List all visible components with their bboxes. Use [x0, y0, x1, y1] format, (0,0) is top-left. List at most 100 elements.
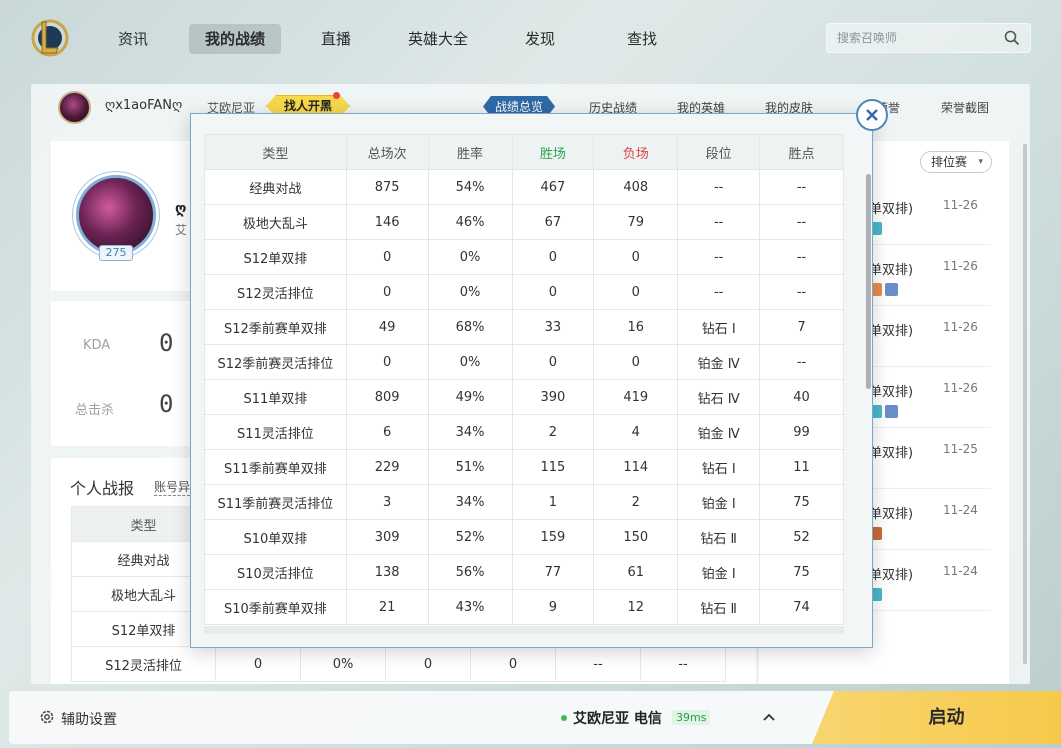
table-cell: 钻石 Ⅳ — [677, 379, 761, 415]
table-cell: 7 — [759, 309, 844, 345]
profile-name: ღ — [175, 201, 187, 217]
close-button[interactable] — [856, 99, 888, 131]
match-mode: 单双排) — [869, 507, 914, 522]
table-cell: 铂金 Ⅳ — [677, 414, 761, 450]
gear-icon[interactable] — [39, 709, 55, 729]
table-cell: 0 — [345, 274, 429, 310]
table-cell: 钻石 Ⅱ — [677, 519, 761, 555]
table-row[interactable]: S10灵活排位 138 56% 77 61 铂金 Ⅰ 75 — [204, 554, 844, 590]
table-cell: 经典对战 — [204, 169, 347, 205]
lol-logo-icon[interactable] — [30, 16, 70, 60]
table-row[interactable]: S11单双排 809 49% 390 419 钻石 Ⅳ 40 — [204, 379, 844, 415]
table-cell: 309 — [345, 519, 429, 555]
table-row[interactable]: S12季前赛单双排 49 68% 33 16 钻石 Ⅰ7 — [204, 309, 844, 345]
table-cell: S11单双排 — [204, 379, 347, 415]
level-badge: 275 — [99, 245, 133, 261]
rank-mode-select[interactable]: 排位赛 ▾ — [920, 151, 992, 173]
match-date: 11-26 — [943, 381, 978, 395]
table-cell: 67 — [511, 204, 595, 240]
table-cell: 75 — [759, 554, 844, 590]
chevron-up-icon[interactable] — [761, 709, 777, 729]
table-cell: -- — [759, 169, 844, 205]
kda-value: 0 — [159, 329, 174, 357]
stats-table: 类型 总场次 胜率 胜场 负场 段位 胜点 经典对战 875 54% 467 408 --… — [204, 134, 844, 625]
table-cell: 56% — [427, 554, 513, 590]
match-date: 11-26 — [943, 198, 978, 212]
assist-settings-button[interactable]: 辅助设置 — [61, 709, 117, 729]
kills-label: 总击杀 — [75, 403, 115, 418]
nav-live[interactable]: 直播 — [305, 24, 367, 54]
table-cell: 2 — [593, 484, 679, 520]
scrollbar[interactable] — [1023, 144, 1027, 664]
account-link[interactable]: 账号异 — [154, 478, 191, 496]
table-row[interactable]: S11季前赛灵活排位 3 34% 1 2 铂金 Ⅰ 75 — [204, 484, 844, 520]
nav-heroes[interactable]: 英雄大全 — [392, 24, 484, 54]
table-cell: 115 — [511, 449, 595, 485]
table-cell: 21 — [345, 589, 429, 625]
tab-honor-screenshot[interactable]: 荣誉截图 — [941, 99, 989, 116]
table-row[interactable]: S12灵活排位 0 0% 0 0 -- -- — [71, 646, 726, 682]
match-mode: 单双排) — [869, 324, 914, 339]
table-cell: 0% — [427, 274, 513, 310]
table-cell: 0 — [345, 239, 429, 275]
table-cell: S10单双排 — [204, 519, 347, 555]
kills-value: 0 — [159, 390, 174, 418]
table-row[interactable]: S12灵活排位 0 0% 0 0 -- -- — [204, 274, 844, 310]
table-cell: -- — [759, 344, 844, 380]
table-cell: 68% — [427, 309, 513, 345]
table-cell: 51% — [427, 449, 513, 485]
table-cell: 12 — [593, 589, 679, 625]
table-row[interactable]: S11灵活排位 6 34% 2 4 铂金 Ⅳ 99 — [204, 414, 844, 450]
table-cell: S12灵活排位 — [71, 646, 216, 682]
nav-find[interactable]: 查找 — [611, 24, 673, 54]
table-row[interactable]: 经典对战 875 54% 467 408 -- -- — [204, 169, 844, 205]
notification-dot — [333, 92, 340, 99]
col-rank: 段位 — [677, 134, 761, 170]
table-cell: -- — [640, 646, 726, 682]
table-cell: -- — [677, 204, 761, 240]
nav-discover[interactable]: 发现 — [509, 24, 571, 54]
col-losses: 负场 — [593, 134, 679, 170]
table-row[interactable]: S12季前赛灵活排位 0 0% 0 0 铂金 Ⅳ -- — [204, 344, 844, 380]
table-cell: 钻石 Ⅱ — [677, 589, 761, 625]
table-cell: 2 — [511, 414, 595, 450]
image-icon — [885, 283, 898, 296]
search-icon[interactable] — [1004, 30, 1020, 50]
match-date: 11-26 — [943, 259, 978, 273]
table-cell: -- — [677, 239, 761, 275]
table-cell: -- — [759, 204, 844, 240]
table-cell: -- — [677, 169, 761, 205]
match-mode: 单双排) — [869, 385, 914, 400]
launch-button[interactable]: 启动 — [812, 691, 1061, 744]
table-cell: 铂金 Ⅳ — [677, 344, 761, 380]
nav-my-records[interactable]: 我的战绩 — [189, 24, 282, 54]
match-mode: 单双排) — [869, 202, 914, 217]
table-row[interactable]: S11季前赛单双排 229 51% 115 114 钻石 Ⅰ 11 — [204, 449, 844, 485]
profile-server: 艾 — [175, 223, 188, 237]
avatar[interactable] — [58, 91, 91, 124]
modal-scrollbar[interactable] — [866, 174, 871, 389]
table-cell: 6 — [345, 414, 429, 450]
table-cell: -- — [677, 274, 761, 310]
username: ღx1aoFANღ — [105, 98, 183, 113]
table-cell: 极地大乱斗 — [204, 204, 347, 240]
profile-avatar[interactable] — [76, 175, 156, 255]
table-cell: 408 — [593, 169, 679, 205]
table-cell: 159 — [511, 519, 595, 555]
ping-badge: 39ms — [672, 710, 711, 725]
table-row[interactable]: S12单双排 0 0% 0 0 -- -- — [204, 239, 844, 275]
chevron-down-icon: ▾ — [978, 157, 983, 167]
table-cell: 77 — [511, 554, 595, 590]
table-cell: 铂金 Ⅰ — [677, 484, 761, 520]
table-cell: 0% — [427, 239, 513, 275]
nav-news[interactable]: 资讯 — [102, 24, 164, 54]
search-input[interactable] — [827, 24, 987, 52]
report-title: 个人战报 — [70, 479, 135, 498]
table-row[interactable]: S10季前赛单双排 21 43% 9 12 钻石 Ⅱ 74 — [204, 589, 844, 625]
table-cell: 0 — [470, 646, 556, 682]
table-row[interactable]: 极地大乱斗 146 46% 67 79 -- -- — [204, 204, 844, 240]
table-row[interactable]: S10单双排 309 52% 159 150 钻石 Ⅱ 52 — [204, 519, 844, 555]
match-date: 11-24 — [943, 564, 978, 578]
match-date: 11-26 — [943, 320, 978, 334]
table-cell: 11 — [759, 449, 844, 485]
